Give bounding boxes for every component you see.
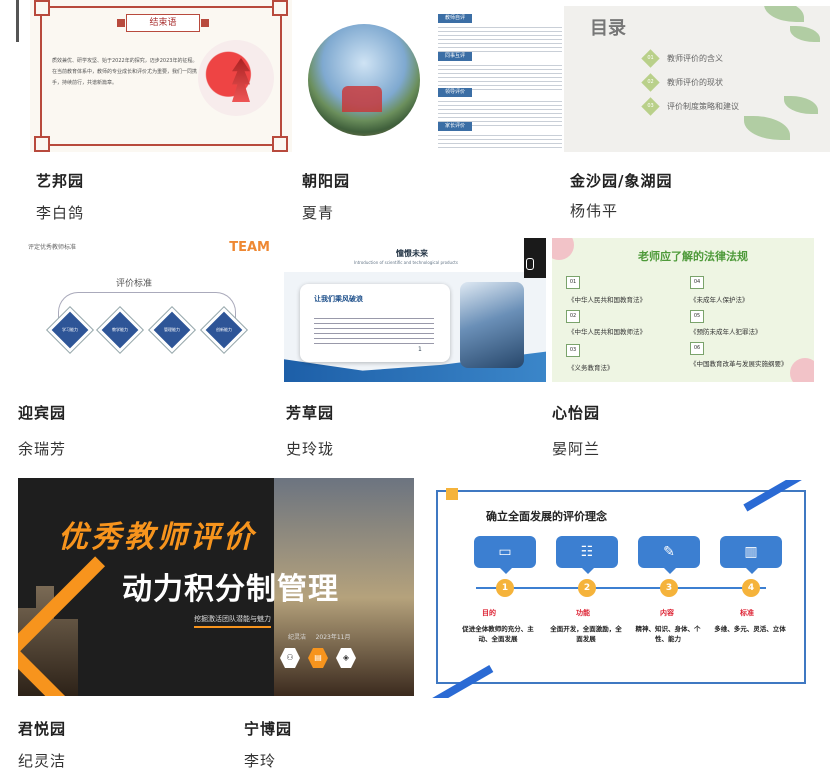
frame-corner bbox=[272, 136, 288, 152]
garden-name: 朝阳园 bbox=[302, 172, 351, 190]
teacher-name: 史玲珑 bbox=[286, 440, 335, 458]
teacher-name: 李玲 bbox=[244, 752, 277, 770]
teacher-name: 杨伟平 bbox=[570, 202, 619, 220]
section-tag: 领导评价 bbox=[438, 88, 472, 97]
timeline-line bbox=[476, 587, 766, 589]
step-label: 内容 bbox=[660, 609, 674, 617]
thumbnail-yibang[interactable]: 结束语 质效兼优、研学攻坚、始于2022年的探究，迈步2023年的征程。在当前教… bbox=[30, 0, 292, 152]
slide-subtitle: 挖掘激活团队潜能与魅力 bbox=[194, 614, 271, 628]
law-item: 《中国教育改革与发展实施纲要》 bbox=[690, 360, 788, 368]
leaf-decoration bbox=[764, 6, 804, 22]
law-number: 02 bbox=[566, 310, 580, 323]
flower-decoration bbox=[552, 238, 574, 260]
law-item: 《义务教育法》 bbox=[568, 364, 614, 372]
slide-title: 优秀教师评价 bbox=[58, 520, 256, 555]
teacher-name: 李白鸽 bbox=[36, 204, 85, 222]
wallet-icon: ▭ bbox=[474, 536, 536, 574]
step-description: 精神、知识、身体、个性、能力 bbox=[635, 625, 701, 643]
section-tag: 教师自评 bbox=[438, 14, 472, 23]
page-number: 1 bbox=[418, 346, 422, 353]
presenter-info: 纪灵洁 2023年11月 bbox=[288, 634, 351, 641]
box-title: 让我们乘风破浪 bbox=[314, 295, 363, 303]
leaf-decoration bbox=[790, 26, 820, 42]
law-item: 《中华人民共和国教育法》 bbox=[568, 296, 646, 304]
law-item: 《中华人民共和国教师法》 bbox=[568, 328, 646, 336]
step-label: 标准 bbox=[740, 609, 754, 617]
scroll-indicator bbox=[16, 0, 19, 42]
text-lines bbox=[438, 24, 562, 52]
toc-title: 目录 bbox=[590, 18, 626, 39]
law-number: 06 bbox=[690, 342, 704, 355]
law-number: 04 bbox=[690, 276, 704, 289]
garden-name: 迎宾园 bbox=[18, 404, 67, 422]
frame-corner bbox=[34, 0, 50, 16]
law-item: 《预防未成年人犯罪法》 bbox=[690, 328, 762, 336]
team-logo: TEAM bbox=[229, 240, 270, 255]
slide-body-text: 质效兼优、研学攻坚、始于2022年的探究，迈步2023年的征程。在当前教育体系中… bbox=[52, 58, 198, 86]
toc-item: 01 教师评价的含义 bbox=[641, 49, 723, 68]
content-box: 让我们乘风破浪 1 bbox=[300, 284, 450, 362]
frame-corner bbox=[272, 0, 288, 16]
law-number: 03 bbox=[566, 344, 580, 357]
slide-subtitle: Introduction of scientific and technolog… bbox=[354, 260, 458, 265]
building-photo bbox=[460, 282, 524, 368]
text-lines bbox=[438, 62, 562, 90]
step-description: 促进全体教师的充分、主动、全面发展 bbox=[462, 625, 534, 643]
slide-title: 老师应了解的法律法规 bbox=[638, 250, 748, 263]
law-item: 《未成年人保护法》 bbox=[690, 296, 749, 304]
edit-icon: ✎ bbox=[638, 536, 700, 574]
bar-chart-icon: ▥ bbox=[720, 536, 782, 574]
teacher-name: 余瑞芳 bbox=[18, 440, 67, 458]
flower-decoration bbox=[790, 358, 814, 382]
law-number: 05 bbox=[690, 310, 704, 323]
group-icon: ☷ bbox=[556, 536, 618, 574]
slide-title: 确立全面发展的评价理念 bbox=[486, 510, 607, 523]
leaf-decoration bbox=[784, 96, 818, 114]
section-tag: 家长评价 bbox=[438, 122, 472, 131]
playground-slide bbox=[342, 86, 382, 112]
step-number: 2 bbox=[578, 579, 596, 597]
teacher-name: 夏青 bbox=[302, 204, 335, 222]
step-label: 目的 bbox=[482, 609, 496, 617]
thumbnail-ningbo[interactable]: 确立全面发展的评价理念 ▭ ☷ ✎ ▥ 1 2 3 4 目的 功能 内容 标准 … bbox=[426, 480, 826, 698]
thumbnail-chaoyang[interactable] bbox=[302, 0, 428, 152]
frame-corner bbox=[34, 136, 50, 152]
leaf-decoration bbox=[744, 116, 790, 140]
toc-item: 03 评价制度策略和建议 bbox=[641, 97, 739, 116]
slide-main-title: 动力积分制管理 bbox=[122, 572, 339, 607]
thumbnail-yingbin[interactable]: 评定优秀教师标准 TEAM 评价标准 学习能力 教学能力 管理能力 创新能力 bbox=[16, 238, 276, 382]
teacher-name: 晏阿兰 bbox=[552, 440, 601, 458]
step-description: 多维、多元、灵活、立体 bbox=[714, 625, 786, 633]
garden-name: 君悦园 bbox=[18, 720, 67, 738]
step-description: 全面开发，全面激励，全面发展 bbox=[550, 625, 622, 643]
microphone-icon bbox=[526, 258, 534, 270]
step-label: 功能 bbox=[576, 609, 590, 617]
section-tag: 同事互评 bbox=[438, 52, 472, 61]
law-number: 01 bbox=[566, 276, 580, 289]
garden-name: 金沙园/象湖园 bbox=[570, 172, 673, 190]
slide-title: 评价标准 bbox=[116, 279, 153, 289]
text-lines bbox=[438, 132, 562, 150]
garden-name: 心怡园 bbox=[552, 404, 601, 422]
video-overlay bbox=[524, 238, 546, 278]
thumbnail-fangcao[interactable]: 憧憬未来 Introduction of scientific and tech… bbox=[284, 238, 546, 382]
garden-name: 艺邦园 bbox=[36, 172, 85, 190]
step-number: 4 bbox=[742, 579, 760, 597]
corner-square bbox=[446, 488, 458, 500]
thumbnail-jinsha-doc[interactable]: 教师自评 同事互评 领导评价 家长评价 bbox=[436, 8, 564, 152]
slide-title: 结束语 bbox=[117, 14, 209, 32]
toc-item: 02 教师评价的现状 bbox=[641, 73, 723, 92]
step-number: 3 bbox=[660, 579, 678, 597]
text-lines bbox=[314, 314, 434, 344]
thumbnail-jinsha-toc[interactable]: 目录 01 教师评价的含义 02 教师评价的现状 03 评价制度策略和建议 bbox=[564, 6, 830, 152]
thumbnail-junyue[interactable]: 优秀教师评价 动力积分制管理 挖掘激活团队潜能与魅力 纪灵洁 2023年11月 … bbox=[18, 478, 414, 696]
slide-title: 憧憬未来 bbox=[396, 249, 428, 258]
garden-name: 芳草园 bbox=[286, 404, 335, 422]
playground-photo bbox=[308, 24, 420, 136]
teacher-name: 纪灵洁 bbox=[18, 752, 67, 770]
garden-name: 宁博园 bbox=[244, 720, 293, 738]
slide-header: 评定优秀教师标准 bbox=[28, 244, 77, 251]
step-number: 1 bbox=[496, 579, 514, 597]
thumbnail-xinyi[interactable]: 老师应了解的法律法规 01 《中华人民共和国教育法》 02 《中华人民共和国教师… bbox=[552, 238, 814, 382]
